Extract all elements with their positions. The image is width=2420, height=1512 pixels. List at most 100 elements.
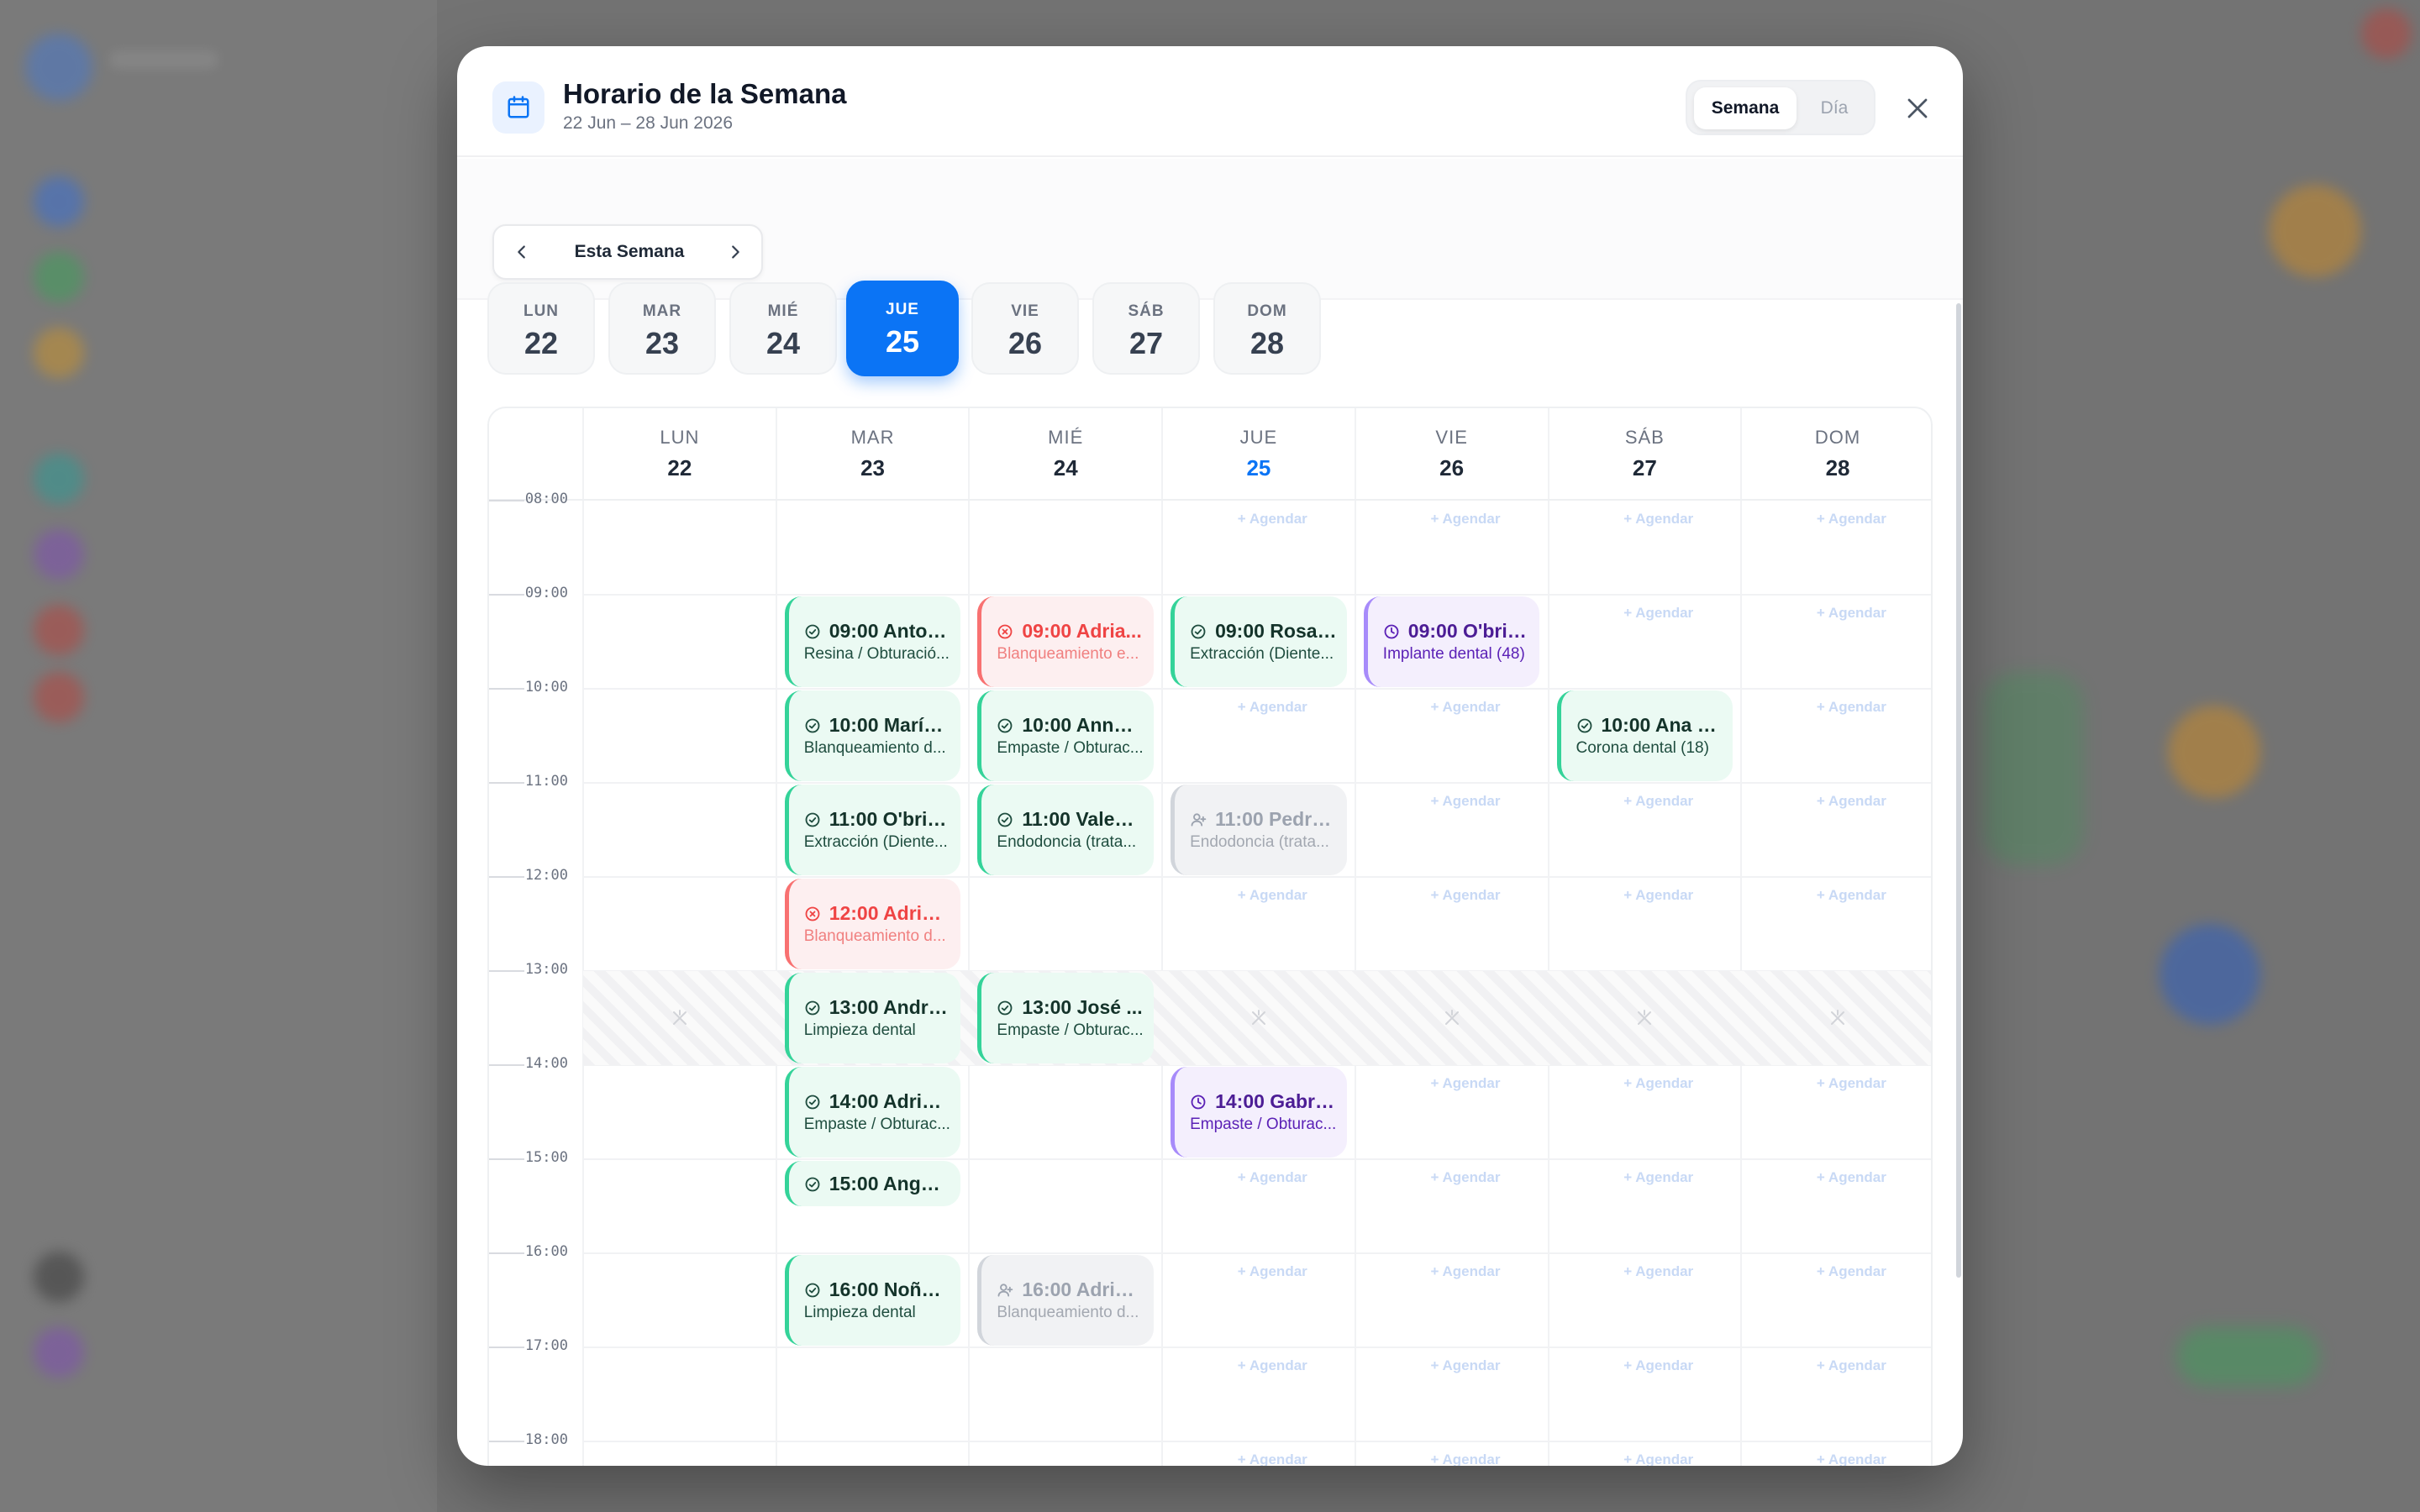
schedule-slot-button[interactable]: + Agendar: [1431, 793, 1501, 810]
schedule-slot-button[interactable]: + Agendar: [1817, 1357, 1886, 1374]
day-pill-number: 25: [885, 324, 920, 359]
check-circle-icon: [804, 811, 821, 828]
appointment-card[interactable]: 09:00 Anton... Resina / Obturació...: [784, 596, 961, 687]
day-pill-jue[interactable]: JUE 25: [846, 281, 959, 376]
appointment-treatment: Blanqueamiento d...: [803, 927, 946, 945]
time-label: 14:00: [524, 1055, 568, 1072]
schedule-slot-button[interactable]: + Agendar: [1238, 1169, 1307, 1186]
hour-line: [583, 688, 1931, 690]
background-logo: [25, 34, 92, 101]
close-button[interactable]: [1899, 90, 1936, 127]
appointment-time-patient: 12:00 Adrian...: [829, 902, 951, 924]
day-pill-vie[interactable]: VIE 26: [971, 282, 1079, 375]
schedule-slot-button[interactable]: + Agendar: [1431, 1075, 1501, 1092]
next-week-button[interactable]: [723, 239, 748, 265]
day-pill-name: MAR: [642, 302, 682, 320]
appointment-treatment: Endodoncia (trata...: [1190, 833, 1329, 851]
schedule-slot-button[interactable]: + Agendar: [1817, 887, 1886, 904]
schedule-slot-button[interactable]: + Agendar: [1238, 1263, 1307, 1280]
schedule-slot-button[interactable]: + Agendar: [1817, 793, 1886, 810]
appointment-card[interactable]: 10:00 María ... Blanqueamiento d...: [784, 690, 961, 781]
schedule-slot-button[interactable]: + Agendar: [1817, 699, 1886, 716]
view-week-button[interactable]: Semana: [1694, 87, 1797, 129]
appointment-card[interactable]: 09:00 Adria... Blanqueamiento e...: [977, 596, 1155, 687]
hour-line: [583, 1347, 1931, 1348]
scrollbar[interactable]: [1956, 303, 1961, 1278]
schedule-slot-button[interactable]: + Agendar: [1817, 1169, 1886, 1186]
appointment-card[interactable]: 16:00 Noño ... Limpieza dental: [784, 1255, 961, 1346]
schedule-slot-button[interactable]: + Agendar: [1623, 605, 1693, 622]
appointment-title: 11:00 O'brie...: [804, 808, 951, 831]
appointment-time-patient: 09:00 Rosa ...: [1215, 620, 1337, 642]
appointment-card[interactable]: 11:00 O'brie... Extracción (Diente...: [784, 785, 961, 875]
schedule-slot-button[interactable]: + Agendar: [1431, 1169, 1501, 1186]
appointment-card[interactable]: 14:00 Adrian... Empaste / Obturac...: [784, 1067, 961, 1158]
calendar-icon: [492, 81, 544, 134]
schedule-slot-button[interactable]: + Agendar: [1623, 511, 1693, 528]
appointment-time-patient: 10:00 María ...: [829, 714, 951, 736]
day-pill-sáb[interactable]: SÁB 27: [1092, 282, 1200, 375]
day-pill-dom[interactable]: DOM 28: [1213, 282, 1321, 375]
appointment-treatment: Empaste / Obturac...: [997, 739, 1144, 757]
appointment-card[interactable]: 14:00 Gabrie... Empaste / Obturac...: [1171, 1067, 1347, 1158]
schedule-slot-button[interactable]: + Agendar: [1431, 1263, 1501, 1280]
schedule-slot-button[interactable]: + Agendar: [1623, 1263, 1693, 1280]
appointment-time-patient: 11:00 O'brie...: [829, 808, 951, 830]
appointment-card[interactable]: 09:00 O'brie... Implante dental (48): [1363, 596, 1540, 687]
background-icon: [34, 529, 84, 580]
background-icon: [34, 176, 84, 227]
schedule-slot-button[interactable]: + Agendar: [1623, 1357, 1693, 1374]
day-pill-lun[interactable]: LUN 22: [487, 282, 595, 375]
schedule-slot-button[interactable]: + Agendar: [1623, 1075, 1693, 1092]
schedule-slot-button[interactable]: + Agendar: [1623, 793, 1693, 810]
schedule-slot-button[interactable]: + Agendar: [1623, 887, 1693, 904]
schedule-slot-button[interactable]: + Agendar: [1431, 1357, 1501, 1374]
schedule-slot-button[interactable]: + Agendar: [1238, 511, 1307, 528]
schedule-slot-button[interactable]: + Agendar: [1238, 1452, 1307, 1466]
day-pill-name: SÁB: [1128, 302, 1165, 320]
check-circle-icon: [804, 1094, 821, 1110]
background-icon: [34, 454, 84, 504]
week-navigator: Esta Semana: [492, 224, 763, 280]
appointment-card[interactable]: 13:00 José ... Empaste / Obturac...: [977, 973, 1155, 1063]
schedule-slot-button[interactable]: + Agendar: [1431, 511, 1501, 528]
week-calendar-grid: LUN 22 MAR 23 MIÉ 24 JUE 25 VIE 26 SÁB 27 DOM 28 08:00…: [487, 407, 1933, 1466]
background-icon: [34, 672, 84, 722]
appointment-card[interactable]: 10:00 Année... Empaste / Obturac...: [977, 690, 1155, 781]
day-pill-mar[interactable]: MAR 23: [608, 282, 716, 375]
time-label: 11:00: [524, 773, 568, 790]
appointment-card[interactable]: 11:00 Pedro ... Endodoncia (trata...: [1171, 785, 1347, 875]
appointment-treatment: Empaste / Obturac...: [997, 1021, 1144, 1039]
column-day-name: SÁB: [1624, 427, 1665, 448]
schedule-slot-button[interactable]: + Agendar: [1238, 1357, 1307, 1374]
schedule-slot-button[interactable]: + Agendar: [1238, 699, 1307, 716]
schedule-slot-button[interactable]: + Agendar: [1623, 1169, 1693, 1186]
appointment-card[interactable]: 15:00 Angel ...: [784, 1161, 961, 1206]
background-icon: [2269, 185, 2361, 277]
view-day-button[interactable]: Día: [1798, 87, 1870, 129]
schedule-slot-button[interactable]: + Agendar: [1623, 1452, 1693, 1466]
schedule-slot-button[interactable]: + Agendar: [1431, 699, 1501, 716]
appointment-card[interactable]: 13:00 André... Limpieza dental: [784, 973, 961, 1063]
schedule-slot-button[interactable]: + Agendar: [1817, 1263, 1886, 1280]
appointment-time-patient: 13:00 André...: [829, 996, 951, 1018]
schedule-slot-button[interactable]: + Agendar: [1431, 1452, 1501, 1466]
appointment-card[interactable]: 09:00 Rosa ... Extracción (Diente...: [1171, 596, 1347, 687]
appointment-card[interactable]: 16:00 Adrian... Blanqueamiento d...: [977, 1255, 1155, 1346]
lunch-icon: [669, 1007, 691, 1029]
appointment-treatment: Empaste / Obturac...: [1190, 1116, 1337, 1133]
schedule-slot-button[interactable]: + Agendar: [1817, 605, 1886, 622]
appointment-card[interactable]: 11:00 Valenti... Endodoncia (trata...: [977, 785, 1155, 875]
schedule-slot-button[interactable]: + Agendar: [1238, 887, 1307, 904]
schedule-slot-button[interactable]: + Agendar: [1431, 887, 1501, 904]
appointment-card[interactable]: 12:00 Adrian... Blanqueamiento d...: [784, 879, 961, 969]
schedule-slot-button[interactable]: + Agendar: [1817, 511, 1886, 528]
column-day-name: VIE: [1435, 427, 1468, 448]
appointment-card[interactable]: 10:00 Ana S... Corona dental (18): [1556, 690, 1733, 781]
schedule-slot-button[interactable]: + Agendar: [1817, 1452, 1886, 1466]
background-icon: [34, 1327, 84, 1378]
schedule-slot-button[interactable]: + Agendar: [1817, 1075, 1886, 1092]
day-pill-mié[interactable]: MIÉ 24: [729, 282, 837, 375]
lunch-icon: [1827, 1007, 1849, 1029]
check-circle-icon: [804, 717, 821, 734]
